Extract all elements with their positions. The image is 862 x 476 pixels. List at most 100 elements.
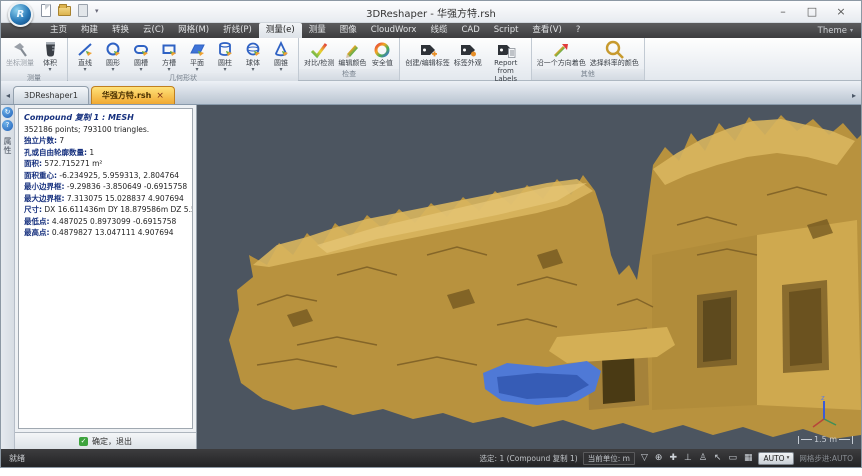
safety-value-label: 安全值	[372, 59, 393, 67]
status-bar: 就绪 选定: 1 (Compound 复制 1) 当前单位: m ▽ ⊕ ✚ ⊥…	[1, 449, 861, 467]
tab-close-icon[interactable]: ×	[156, 91, 164, 101]
main-area: ↻ ? 属性 Compound 复制 1 : MESH 352186 point…	[1, 105, 861, 449]
cylinder-tool-button[interactable]: 圆柱 ▾	[211, 40, 239, 73]
axis-triad: z	[807, 393, 841, 431]
axis-z-label: z	[821, 394, 825, 402]
tab-scroll-right-icon[interactable]: ▸	[849, 91, 859, 104]
report-from-labels-button[interactable]: Report from Labels	[484, 40, 528, 83]
filter-icon[interactable]: ▽	[640, 452, 649, 464]
rect-slot-tool-button[interactable]: 方槽 ▾	[155, 40, 183, 73]
cone-tool-button[interactable]: 圆锥 ▾	[267, 40, 295, 73]
cone-icon	[273, 40, 290, 59]
grid-icon[interactable]: ▦	[743, 452, 754, 464]
tab-huaqiangfangte[interactable]: 华强方特.rsh ×	[91, 86, 175, 104]
prop-label: 最高点:	[24, 228, 50, 237]
save-file-icon[interactable]	[78, 4, 88, 17]
menu-view[interactable]: 查看(V)	[525, 23, 568, 38]
menu-cloudworx[interactable]: CloudWorx	[364, 23, 424, 38]
prop-value: 1	[89, 148, 94, 157]
theme-dropdown[interactable]: Theme ▾	[810, 23, 861, 38]
edit-colors-icon	[343, 40, 361, 59]
plane-icon	[189, 40, 206, 59]
refresh-icon[interactable]: ↻	[2, 107, 13, 118]
menu-cloud[interactable]: 云(C)	[136, 23, 171, 38]
help-icon[interactable]: ?	[2, 120, 13, 131]
menu-mesh[interactable]: 网格(M)	[171, 23, 216, 38]
compare-inspect-button[interactable]: 对比/检测	[302, 40, 336, 67]
open-file-icon[interactable]	[58, 6, 71, 16]
new-file-icon[interactable]	[41, 4, 51, 17]
rect-slot-icon	[161, 40, 178, 59]
prop-row: 独立片数: 7	[24, 135, 187, 147]
3d-viewport[interactable]: z 1.5 m	[197, 105, 861, 449]
selection-box-icon[interactable]: ▭	[727, 452, 738, 464]
prop-row: 最高点: 0.4879827 13.047111 4.907694	[24, 227, 187, 239]
line-tool-button[interactable]: 直线 ▾	[71, 40, 99, 73]
menu-script[interactable]: Script	[487, 23, 526, 38]
menu-survey[interactable]: 测量	[302, 23, 333, 38]
prop-row: 最低点: 4.487025 0.8973099 -0.6915758	[24, 216, 187, 228]
slope-color-button[interactable]: 选择斜率的颜色	[588, 40, 641, 67]
zoom-icon[interactable]: ⊕	[654, 452, 664, 464]
menu-help[interactable]: ?	[569, 23, 588, 38]
edit-colors-label: 编辑颜色	[338, 59, 366, 67]
volume-button[interactable]: 体积 ▾	[36, 40, 64, 73]
coordinate-measure-button[interactable]: 坐标测量	[4, 40, 36, 67]
maximize-button[interactable]: □	[798, 3, 826, 21]
direction-color-icon	[551, 40, 571, 59]
menu-polyline[interactable]: 折线(P)	[216, 23, 259, 38]
ribbon-group-other: 沿一个方向着色 选择斜率的颜色 其他	[532, 38, 645, 80]
color-along-direction-button[interactable]: 沿一个方向着色	[535, 40, 588, 67]
auto-label: AUTO	[763, 453, 784, 464]
prop-label: 最低点:	[24, 217, 50, 226]
confirm-exit-button[interactable]: ✓ 确定，退出	[15, 432, 196, 449]
app-logo-icon[interactable]: R	[8, 2, 33, 27]
safety-value-button[interactable]: 安全值	[368, 40, 396, 67]
properties-panel-tab[interactable]: 属性	[2, 137, 13, 155]
menu-cad[interactable]: CAD	[454, 23, 486, 38]
sphere-tool-button[interactable]: 球体 ▾	[239, 40, 267, 73]
prop-value: -9.29836 -3.850649 -0.6915758	[67, 182, 187, 191]
status-units[interactable]: 当前单位: m	[583, 452, 635, 465]
cursor-icon[interactable]: ↖	[713, 452, 723, 464]
menu-image[interactable]: 图像	[333, 23, 364, 38]
quick-access-toolbar: ▾	[41, 4, 99, 17]
scale-line	[801, 439, 812, 440]
circle-tool-button[interactable]: 圆形 ▾	[99, 40, 127, 73]
prop-value: -6.234925, 5.959313, 2.804764	[59, 171, 179, 180]
properties-content: Compound 复制 1 : MESH 352186 points; 7931…	[18, 108, 193, 429]
pan-icon[interactable]: ✚	[668, 452, 678, 464]
minimize-button[interactable]: –	[769, 3, 797, 21]
edit-colors-button[interactable]: 编辑颜色	[336, 40, 368, 67]
menu-construct[interactable]: 构建	[74, 23, 105, 38]
close-button[interactable]: ×	[827, 3, 855, 21]
chevron-down-icon: ▾	[850, 27, 853, 34]
tab-3dreshaper1-label: 3DReshaper1	[24, 91, 78, 100]
app-window: R ▾ 3DReshaper - 华强方特.rsh – □ × 主页 构建 转换…	[0, 0, 862, 468]
line-icon	[77, 40, 94, 59]
prop-label: 独立片数:	[24, 136, 57, 145]
menu-home[interactable]: 主页	[43, 23, 74, 38]
anchor-icon[interactable]: ⊥	[683, 452, 693, 464]
prop-row: 尺寸: DX 16.611436m DY 18.879586m DZ 5.599…	[24, 204, 187, 216]
ribbon-tab-bar: 主页 构建 转换 云(C) 网格(M) 折线(P) 测量(e) 测量 图像 Cl…	[1, 23, 861, 38]
walkthrough-icon[interactable]: ♙	[698, 452, 708, 464]
tab-3dreshaper1[interactable]: 3DReshaper1	[13, 86, 89, 104]
qat-caret-icon[interactable]: ▾	[95, 7, 99, 15]
status-ready: 就绪	[9, 453, 25, 464]
menu-measure-active[interactable]: 测量(e)	[259, 23, 302, 38]
sphere-icon	[245, 40, 262, 59]
create-edit-label-label: 创建/编辑标签	[405, 59, 449, 67]
auto-dropdown[interactable]: AUTO ▾	[758, 452, 794, 465]
ribbon-group-labels: 创建/编辑标签 标签外观 Report from Labels 标签	[400, 38, 531, 80]
ribbon-spacer	[645, 38, 861, 80]
plane-tool-button[interactable]: 平面 ▾	[183, 40, 211, 73]
scale-line	[839, 439, 850, 440]
menu-transform[interactable]: 转换	[105, 23, 136, 38]
menu-cable[interactable]: 线缆	[423, 23, 454, 38]
prop-value: 4.487025 0.8973099 -0.6915758	[52, 217, 176, 226]
create-edit-label-button[interactable]: 创建/编辑标签	[403, 40, 451, 67]
round-slot-tool-button[interactable]: 圆槽 ▾	[127, 40, 155, 73]
label-appearance-button[interactable]: 标签外观	[452, 40, 484, 67]
tab-scroll-left-icon[interactable]: ◂	[3, 91, 13, 104]
